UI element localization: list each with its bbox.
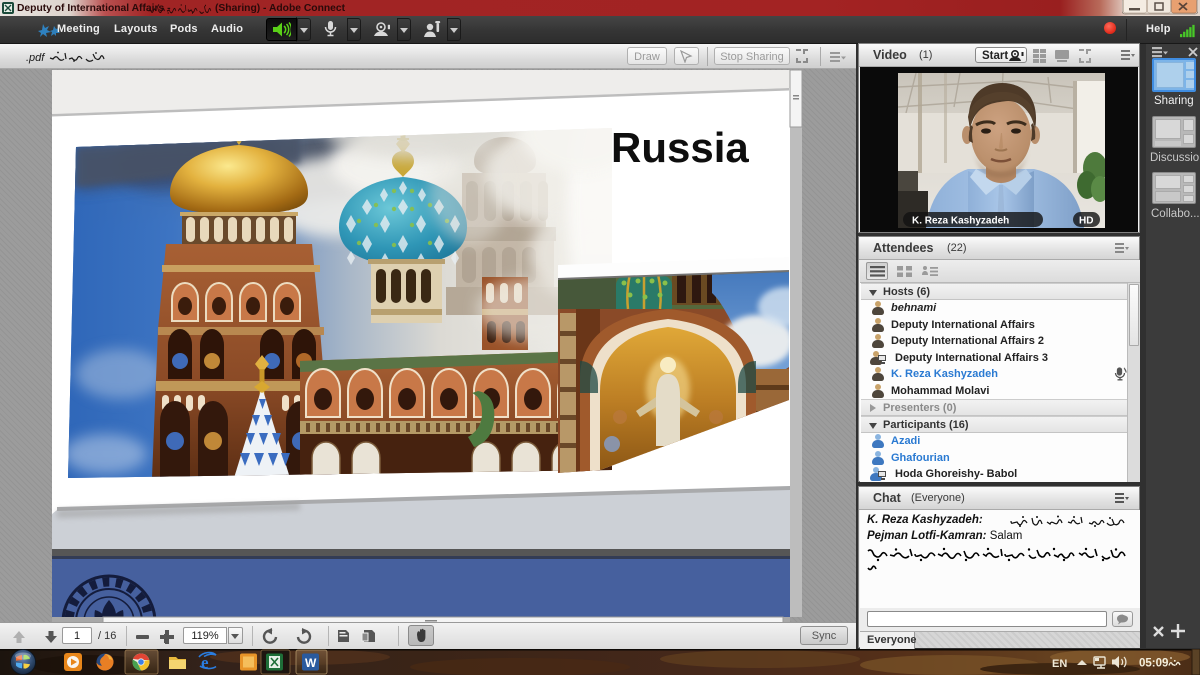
svg-text:05:09: 05:09 bbox=[1139, 658, 1168, 670]
svg-text:Russia: Russia bbox=[611, 124, 749, 171]
svg-text:W: W bbox=[305, 656, 317, 670]
svg-text:.pdf: .pdf bbox=[26, 52, 45, 64]
svg-text:K. Reza Kashyzadeh: K. Reza Kashyzadeh bbox=[912, 216, 1009, 227]
svg-text:EN: EN bbox=[1052, 658, 1067, 670]
svg-text:HD: HD bbox=[1079, 216, 1093, 227]
